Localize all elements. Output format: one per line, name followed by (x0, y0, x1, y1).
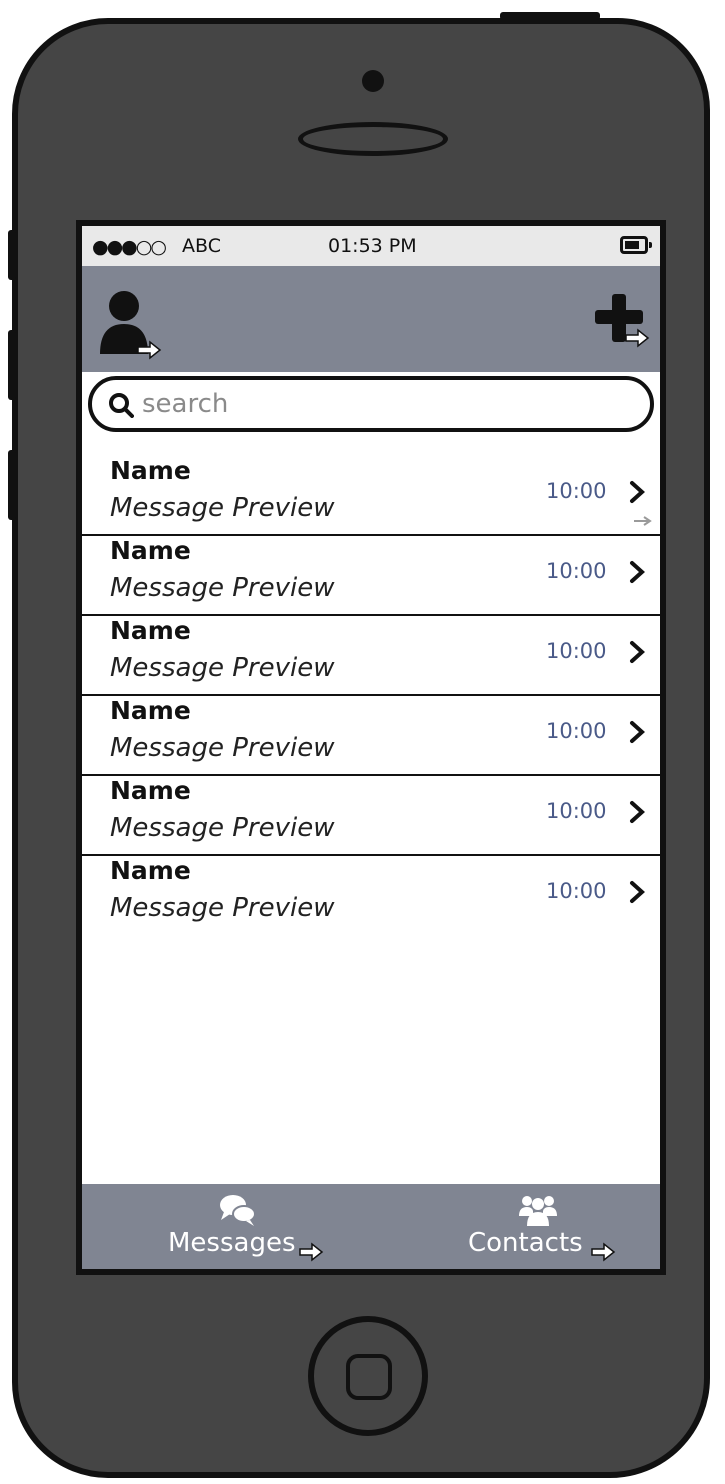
message-row[interactable]: Name Message Preview 10:00 (82, 696, 660, 776)
power-button (500, 12, 600, 20)
chevron-right-icon (630, 721, 645, 743)
home-button[interactable] (308, 1316, 428, 1436)
canvas: ●●●○○ ABC 01:53 PM search Name Message P… (0, 0, 725, 1484)
message-preview: Message Preview (110, 893, 335, 923)
link-arrow-icon (634, 516, 652, 526)
message-preview: Message Preview (110, 493, 335, 523)
search-box (88, 376, 654, 432)
earpiece-speaker (298, 122, 448, 156)
message-row[interactable]: Name Message Preview 10:00 (82, 456, 660, 536)
contact-name: Name (110, 536, 191, 565)
carrier-name: ABC (182, 235, 221, 257)
search-input[interactable] (142, 384, 622, 424)
add-conversation-button[interactable] (588, 288, 654, 354)
search-icon (109, 393, 134, 418)
front-camera (362, 70, 384, 92)
volume-down-button (8, 450, 16, 520)
link-arrow-icon (591, 1242, 616, 1262)
tab-contacts-label: Contacts (468, 1228, 583, 1258)
message-list: Name Message Preview 10:00 Name Message … (82, 456, 660, 936)
volume-up-button (8, 330, 16, 400)
tab-bar: Messages Contacts (82, 1184, 660, 1269)
profile-button[interactable] (96, 286, 176, 366)
tab-contacts[interactable]: Contacts (442, 1184, 642, 1269)
nav-bar (82, 266, 660, 372)
status-bar: ●●●○○ ABC 01:53 PM (82, 226, 660, 266)
message-time: 10:00 (546, 879, 607, 903)
message-row[interactable]: Name Message Preview 10:00 (82, 776, 660, 856)
message-preview: Message Preview (110, 653, 335, 683)
message-time: 10:00 (546, 799, 607, 823)
message-time: 10:00 (546, 479, 607, 503)
link-arrow-icon (299, 1242, 324, 1262)
chevron-right-icon (630, 801, 645, 823)
people-icon (519, 1196, 557, 1226)
message-time: 10:00 (546, 559, 607, 583)
message-preview: Message Preview (110, 733, 335, 763)
battery-icon (620, 236, 652, 254)
contact-name: Name (110, 616, 191, 645)
home-button-square (346, 1354, 392, 1400)
contact-name: Name (110, 776, 191, 805)
contact-name: Name (110, 856, 191, 885)
message-preview: Message Preview (110, 813, 335, 843)
link-arrow-icon (625, 328, 650, 348)
message-row[interactable]: Name Message Preview 10:00 (82, 616, 660, 696)
link-arrow-icon (137, 340, 162, 360)
contact-name: Name (110, 456, 191, 485)
chevron-right-icon (630, 561, 645, 583)
message-row[interactable]: Name Message Preview 10:00 (82, 856, 660, 936)
signal-strength: ●●●○○ (92, 236, 167, 258)
chevron-right-icon (630, 881, 645, 903)
chevron-right-icon (630, 641, 645, 663)
chat-bubbles-icon (220, 1195, 256, 1226)
contact-name: Name (110, 696, 191, 725)
message-time: 10:00 (546, 719, 607, 743)
tab-messages-label: Messages (168, 1228, 296, 1258)
message-preview: Message Preview (110, 573, 335, 603)
chevron-right-icon (630, 481, 645, 503)
message-time: 10:00 (546, 639, 607, 663)
mute-switch (8, 230, 16, 280)
message-row[interactable]: Name Message Preview 10:00 (82, 536, 660, 616)
phone-screen: ●●●○○ ABC 01:53 PM search Name Message P… (76, 220, 666, 1275)
status-time: 01:53 PM (328, 235, 417, 257)
tab-messages[interactable]: Messages (142, 1184, 342, 1269)
